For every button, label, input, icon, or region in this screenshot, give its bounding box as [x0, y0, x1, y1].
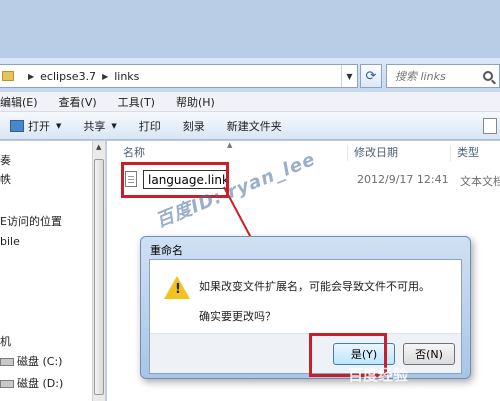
scrollbar-thumb[interactable]: [94, 159, 104, 395]
open-label: 打开: [28, 119, 50, 133]
menu-edit[interactable]: 编辑(E): [0, 94, 51, 110]
drive-icon: [0, 358, 14, 366]
drive-icon: [0, 380, 14, 388]
drive-c-label: 磁盘 (C:): [17, 355, 63, 368]
dialog-question: 确实要更改吗？: [199, 310, 276, 323]
nav-item-recent-places[interactable]: E访问的位置: [0, 213, 62, 229]
crumb-separator-icon[interactable]: ▶: [102, 72, 108, 81]
dialog-button-row: 是(Y) 否(N): [150, 333, 461, 373]
crumb-separator-icon[interactable]: ▶: [28, 72, 34, 81]
scroll-up-icon[interactable]: ▲: [96, 143, 101, 151]
watermark-url: jingyan.baidu.com: [368, 387, 452, 397]
command-bar: 打开 ▼ 共享 ▼ 打印 刻录 新建文件夹: [0, 112, 500, 140]
menu-help[interactable]: 帮助(H): [168, 94, 228, 110]
refresh-button[interactable]: ⟳: [360, 64, 382, 88]
burn-label: 刻录: [182, 119, 205, 133]
no-button[interactable]: 否(N): [403, 343, 455, 365]
nav-item[interactable]: 奏: [0, 152, 11, 168]
file-date: 2012/9/17 12:41: [357, 173, 449, 186]
address-dropdown-icon[interactable]: ▼: [341, 65, 357, 87]
nav-item-computer[interactable]: 机: [0, 333, 11, 349]
sort-caret-icon: ▲: [227, 141, 233, 149]
nav-item-drive-c[interactable]: 磁盘 (C:): [0, 353, 62, 369]
breadcrumb-links[interactable]: links: [114, 70, 139, 83]
chevron-down-icon: ▼: [56, 121, 62, 130]
menu-view[interactable]: 查看(V): [51, 94, 110, 110]
nav-item[interactable]: bile: [0, 235, 20, 248]
breadcrumb-eclipse[interactable]: eclipse3.7: [40, 70, 96, 83]
warning-icon-mark: !: [175, 282, 181, 297]
navigation-pane: 奏 帙 E访问的位置 bile 机 磁盘 (C:) 磁盘 (D:): [0, 141, 92, 401]
dialog-message: 如果改变文件扩展名，可能会导致文件不可用。: [199, 280, 430, 293]
column-date[interactable]: 修改日期: [347, 145, 398, 161]
column-name[interactable]: 名称: [117, 145, 145, 161]
search-field[interactable]: [386, 64, 500, 88]
address-bar-row: ▶ eclipse3.7 ▶ links ▼ ⟳: [0, 58, 500, 92]
menu-bar: 编辑(E) 查看(V) 工具(T) 帮助(H): [0, 92, 500, 112]
folder-icon: [2, 71, 14, 81]
nav-scrollbar[interactable]: ▲: [92, 141, 106, 401]
dialog-body: ! 如果改变文件扩展名，可能会导致文件不可用。 确实要更改吗？ 是(Y) 否(N…: [149, 259, 462, 374]
column-type[interactable]: 类型: [450, 145, 479, 161]
file-type: 文本文档: [460, 175, 500, 188]
new-folder-button[interactable]: 新建文件夹: [227, 118, 282, 134]
search-input[interactable]: [395, 69, 481, 83]
nav-item-drive-d[interactable]: 磁盘 (D:): [0, 375, 63, 391]
dialog-title: 重命名: [150, 244, 183, 257]
menu-tools[interactable]: 工具(T): [110, 94, 168, 110]
rename-dialog: 重命名 ! 如果改变文件扩展名，可能会导致文件不可用。 确实要更改吗？ 是(Y)…: [140, 236, 471, 379]
open-icon: [10, 119, 24, 132]
nav-item[interactable]: 帙: [0, 171, 11, 187]
address-bar[interactable]: ▶ eclipse3.7 ▶ links ▼: [0, 64, 358, 88]
preview-pane-icon[interactable]: [483, 118, 497, 134]
print-label: 打印: [138, 119, 161, 133]
search-icon[interactable]: [483, 71, 493, 81]
refresh-icon: ⟳: [365, 68, 377, 84]
open-button[interactable]: 打开 ▼: [0, 118, 61, 134]
new-folder-label: 新建文件夹: [226, 119, 282, 133]
print-button[interactable]: 打印: [139, 118, 161, 134]
drive-d-label: 磁盘 (D:): [17, 377, 64, 390]
chevron-down-icon: ▼: [111, 121, 117, 130]
share-label: 共享: [83, 119, 106, 133]
burn-button[interactable]: 刻录: [183, 118, 205, 134]
share-button[interactable]: 共享 ▼: [83, 118, 116, 134]
watermark-logo: 百度经验: [348, 366, 409, 384]
